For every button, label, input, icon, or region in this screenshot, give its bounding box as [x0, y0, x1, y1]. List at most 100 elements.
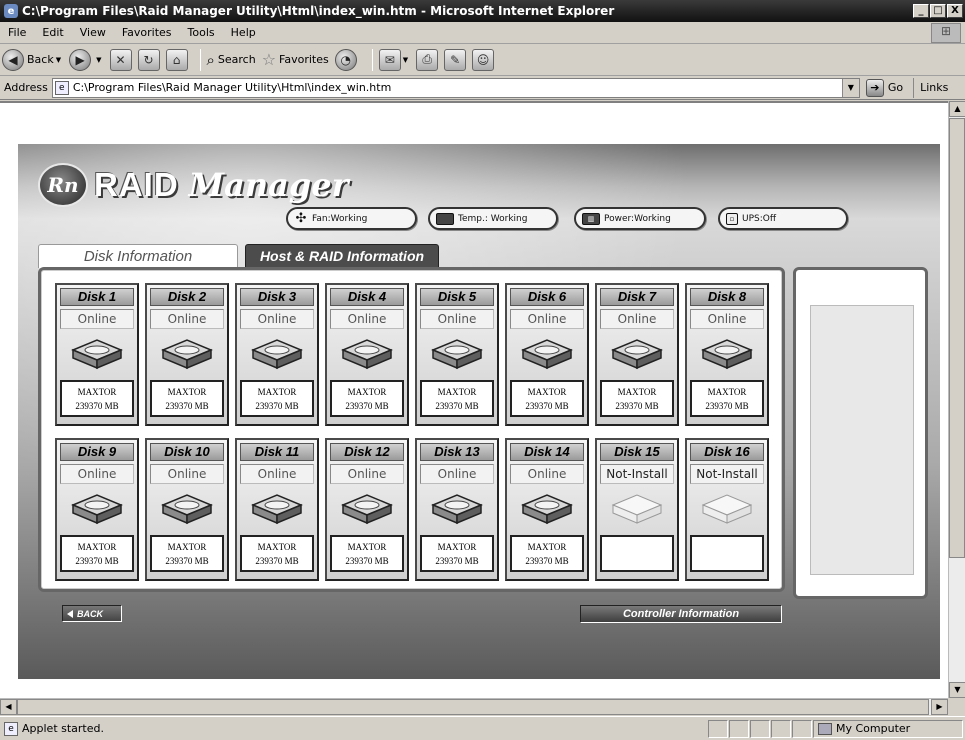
forward-arrow-icon: ▶ [69, 48, 92, 71]
horizontal-scrollbar[interactable]: ◀ ▶ [0, 698, 948, 715]
disk-tile[interactable]: Disk 4 Online MAXTOR 239370 MB [325, 283, 409, 426]
tab-host-raid-information[interactable]: Host & RAID Information [245, 244, 439, 268]
menu-tools[interactable]: Tools [180, 26, 223, 39]
history-icon[interactable]: ◔ [334, 48, 357, 71]
detail-panel-content [810, 305, 914, 575]
back-triangle-icon [67, 609, 73, 618]
disk-name: Disk 9 [60, 442, 134, 461]
disk-model: MAXTOR [527, 387, 567, 397]
disk-tile[interactable]: Disk 13 Online MAXTOR 239370 MB [415, 437, 499, 581]
favorites-label: Favorites [279, 53, 329, 66]
disk-model: MAXTOR [167, 541, 207, 552]
disk-tile[interactable]: Disk 10 Online MAXTOR 239370 MB [145, 437, 229, 581]
stop-icon[interactable]: ✕ [109, 48, 132, 71]
disk-tile[interactable]: Disk 15 Not-Install [595, 437, 679, 581]
page-icon: e [54, 80, 69, 95]
disk-tile[interactable]: Disk 3 Online MAXTOR 239370 MB [235, 283, 319, 426]
disk-info: MAXTOR 239370 MB [420, 380, 494, 417]
mail-dropdown-icon[interactable]: ▼ [403, 56, 408, 64]
disk-status: Online [690, 309, 764, 329]
disk-tile[interactable]: Disk 8 Online MAXTOR 239370 MB [685, 283, 769, 426]
menu-edit[interactable]: Edit [34, 26, 71, 39]
disk-size: 239370 MB [615, 401, 659, 411]
hard-disk-icon [699, 336, 755, 372]
back-applet-button[interactable]: BACK [62, 605, 122, 622]
scroll-down-icon[interactable]: ▼ [949, 682, 965, 698]
menu-view[interactable]: View [72, 26, 114, 39]
address-input[interactable]: e C:\Program Files\Raid Manager Utility\… [51, 77, 860, 98]
disk-tile[interactable]: Disk 12 Online MAXTOR 239370 MB [325, 437, 409, 581]
mail-icon[interactable]: ✉ [378, 48, 401, 71]
power-status-label: Power:Working [604, 213, 671, 224]
disk-tile[interactable]: Disk 16 Not-Install [685, 437, 769, 581]
disk-tile[interactable]: Disk 5 Online MAXTOR 239370 MB [415, 283, 499, 426]
fan-status-label: Fan:Working [312, 213, 368, 224]
disk-info: MAXTOR 239370 MB [330, 380, 404, 417]
disk-model: MAXTOR [167, 387, 207, 397]
vertical-scroll-thumb[interactable] [949, 118, 965, 558]
print-icon[interactable]: ⎙ [416, 48, 439, 71]
maximize-button[interactable]: □ [930, 4, 946, 18]
disk-tile[interactable]: Disk 2 Online MAXTOR 239370 MB [145, 283, 229, 426]
power-status: ▥ Power:Working [574, 207, 706, 230]
horizontal-scroll-thumb[interactable] [17, 699, 929, 715]
menu-help[interactable]: Help [223, 26, 264, 39]
messenger-icon[interactable]: ☺ [472, 48, 495, 71]
hard-disk-icon [339, 491, 395, 527]
disk-status: Online [240, 463, 314, 484]
status-panel [708, 719, 728, 738]
back-applet-label: BACK [77, 608, 103, 619]
forward-button[interactable]: ▶ ▼ [69, 48, 103, 71]
tab-disk-information[interactable]: Disk Information [38, 244, 238, 268]
disk-model: MAXTOR [707, 387, 747, 397]
disk-status: Online [60, 309, 134, 329]
disk-info: MAXTOR 239370 MB [240, 380, 314, 417]
favorites-button[interactable]: ☆ Favorites [262, 50, 329, 69]
menu-favorites[interactable]: Favorites [114, 26, 180, 39]
disk-size: 239370 MB [435, 555, 479, 566]
disk-status: Not-Install [600, 463, 674, 484]
disk-model: MAXTOR [257, 387, 297, 397]
scroll-left-icon[interactable]: ◀ [0, 699, 17, 715]
home-icon[interactable]: ⌂ [165, 48, 188, 71]
disk-name: Disk 10 [150, 442, 224, 461]
disk-model: MAXTOR [257, 541, 297, 552]
disk-tile[interactable]: Disk 1 Online MAXTOR 239370 MB [55, 283, 139, 426]
disk-info: MAXTOR 239370 MB [150, 534, 224, 572]
disk-tile[interactable]: Disk 9 Online MAXTOR 239370 MB [55, 437, 139, 581]
disk-tile[interactable]: Disk 6 Online MAXTOR 239370 MB [505, 283, 589, 426]
power-supply-icon: ▥ [582, 212, 600, 225]
links-button[interactable]: Links [913, 77, 948, 98]
disk-status: Online [510, 463, 584, 484]
scroll-right-icon[interactable]: ▶ [931, 699, 948, 715]
refresh-icon[interactable]: ↻ [137, 48, 160, 71]
empty-disk-slot-icon [609, 491, 665, 527]
disk-tile[interactable]: Disk 7 Online MAXTOR 239370 MB [595, 283, 679, 426]
address-dropdown-icon[interactable]: ▼ [841, 78, 859, 97]
disk-name: Disk 1 [60, 288, 134, 306]
scroll-up-icon[interactable]: ▲ [949, 101, 965, 117]
disk-status: Online [60, 463, 134, 484]
go-button[interactable]: ➔ Go [865, 78, 903, 97]
disk-info: MAXTOR 239370 MB [510, 534, 584, 572]
disk-tile[interactable]: Disk 14 Online MAXTOR 239370 MB [505, 437, 589, 581]
controller-information-button[interactable]: Controller Information [580, 605, 782, 623]
back-button[interactable]: ◀ Back ▼ [2, 48, 63, 71]
disk-status: Not-Install [690, 463, 764, 484]
edit-icon[interactable]: ✎ [444, 48, 467, 71]
minimize-button[interactable]: _ [913, 4, 929, 18]
disk-size: 239370 MB [255, 555, 299, 566]
back-dropdown-icon[interactable]: ▼ [56, 56, 61, 64]
disk-name: Disk 11 [240, 442, 314, 461]
close-button[interactable]: X [947, 4, 963, 18]
disk-name: Disk 3 [240, 288, 314, 306]
disk-status: Online [420, 309, 494, 329]
fan-icon: ✣ [295, 210, 307, 226]
status-bar: e Applet started. My Computer [0, 716, 965, 740]
menu-file[interactable]: File [0, 26, 34, 39]
forward-dropdown-icon[interactable]: ▼ [96, 56, 101, 64]
disk-size: 239370 MB [345, 401, 389, 411]
vertical-scrollbar[interactable]: ▲ ▼ [948, 101, 965, 698]
search-button[interactable]: ⌕ Search [207, 51, 256, 69]
disk-tile[interactable]: Disk 11 Online MAXTOR 239370 MB [235, 437, 319, 581]
